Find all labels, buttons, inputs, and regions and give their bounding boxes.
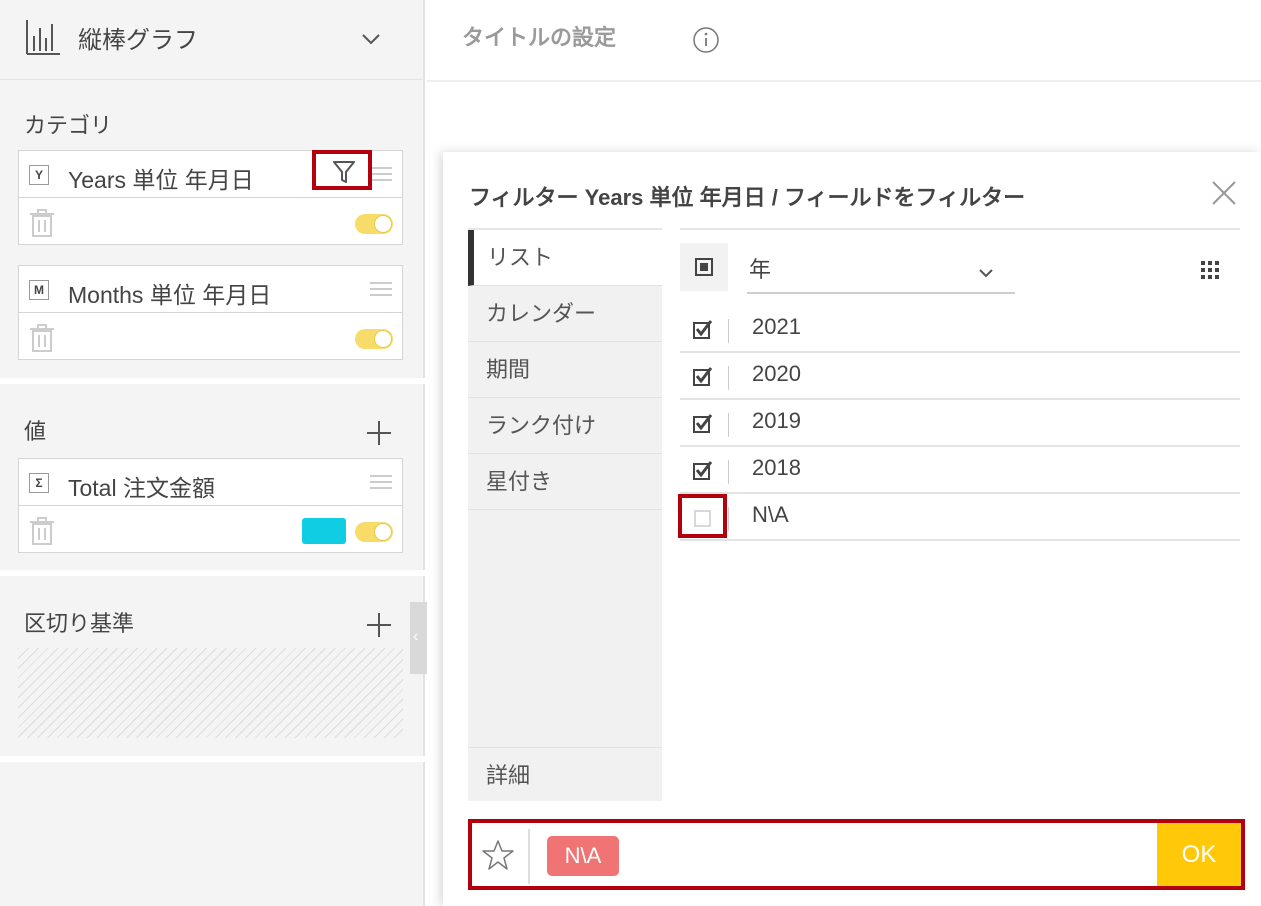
item-separator xyxy=(728,460,729,484)
left-panel: 縦棒グラフ カテゴリ Y Years 単位 年月日 M Months 単位 年月… xyxy=(0,0,425,906)
bar-separator xyxy=(528,829,530,884)
tab-period[interactable]: 期間 xyxy=(468,342,662,398)
visibility-toggle[interactable] xyxy=(355,214,393,234)
item-label: 2020 xyxy=(752,361,801,386)
grid-menu-icon[interactable] xyxy=(1200,260,1220,280)
item-separator xyxy=(728,366,729,390)
category-section-title: カテゴリ xyxy=(24,113,113,138)
tab-list[interactable]: リスト xyxy=(468,230,662,286)
bar-chart-icon xyxy=(26,20,60,55)
chevron-down-icon[interactable] xyxy=(360,28,382,50)
tab-detail[interactable]: 詳細 xyxy=(468,747,662,803)
tab-ranking[interactable]: ランク付け xyxy=(468,398,662,454)
select-all-checkbox[interactable] xyxy=(680,243,728,291)
item-label: N\A xyxy=(752,502,789,527)
field-name: Years 単位 年月日 xyxy=(68,167,254,193)
field-type-badge: Σ xyxy=(29,473,49,493)
values-section-title: 値 xyxy=(24,419,47,444)
field-header: Σ Total 注文金額 xyxy=(19,459,402,506)
date-level-value: 年 xyxy=(749,257,772,282)
field-name: Total 注文金額 xyxy=(68,475,215,501)
list-item[interactable]: N\A xyxy=(680,494,1240,541)
field-type-badge: Y xyxy=(29,165,49,185)
na-checkbox-highlight xyxy=(678,494,727,538)
item-label: 2021 xyxy=(752,314,801,339)
excluded-value-chip[interactable]: N\A xyxy=(547,836,619,876)
item-separator xyxy=(728,319,729,343)
date-level-dropdown[interactable]: 年 xyxy=(747,248,1015,294)
chevron-down-icon xyxy=(979,269,993,278)
item-label: 2018 xyxy=(752,455,801,480)
filter-summary-bar: N\A OK xyxy=(468,819,1245,890)
list-item[interactable]: 2019 xyxy=(680,400,1240,447)
checkbox-checked-icon[interactable] xyxy=(693,366,713,386)
header-divider xyxy=(427,80,1261,82)
drag-handle-icon[interactable] xyxy=(370,281,392,297)
field-name: Months 単位 年月日 xyxy=(68,282,272,308)
checkbox-checked-icon[interactable] xyxy=(693,460,713,480)
item-label: 2019 xyxy=(752,408,801,433)
checkbox-checked-icon[interactable] xyxy=(693,319,713,339)
split-by-section-title: 区切り基準 xyxy=(24,611,135,636)
field-header: M Months 単位 年月日 xyxy=(19,266,402,313)
visibility-toggle[interactable] xyxy=(355,329,393,349)
tab-starred[interactable]: 星付き xyxy=(468,454,662,510)
drag-handle-icon[interactable] xyxy=(370,474,392,490)
drag-handle-icon[interactable] xyxy=(370,166,392,182)
item-separator xyxy=(728,413,729,437)
drop-zone[interactable] xyxy=(18,648,403,738)
section-divider xyxy=(0,570,425,576)
field-months[interactable]: M Months 単位 年月日 xyxy=(18,265,403,360)
title-setting-link[interactable]: タイトルの設定 xyxy=(462,20,616,52)
filter-button[interactable] xyxy=(312,150,372,190)
item-separator xyxy=(728,507,729,531)
star-icon[interactable] xyxy=(482,839,514,871)
series-color-swatch[interactable] xyxy=(302,518,346,544)
field-type-badge: M xyxy=(29,280,49,300)
chevron-left-icon: ‹ xyxy=(413,628,419,645)
visibility-toggle[interactable] xyxy=(355,522,393,542)
chart-type-label: 縦棒グラフ xyxy=(78,27,198,54)
trash-icon[interactable] xyxy=(29,516,55,546)
list-item[interactable]: 2020 xyxy=(680,353,1240,400)
checkbox-checked-icon[interactable] xyxy=(693,413,713,433)
add-split-plus-icon[interactable] xyxy=(366,612,392,638)
list-item[interactable]: 2021 xyxy=(680,306,1240,353)
close-icon[interactable] xyxy=(1211,180,1237,206)
list-item[interactable]: 2018 xyxy=(680,447,1240,494)
section-divider xyxy=(0,756,425,762)
section-divider xyxy=(0,378,425,384)
filter-tabs: リスト カレンダー 期間 ランク付け 星付き 詳細 xyxy=(468,228,662,801)
filter-icon xyxy=(333,161,355,183)
list-divider xyxy=(680,228,1240,230)
field-total[interactable]: Σ Total 注文金額 xyxy=(18,458,403,553)
filter-dialog: フィルター Years 単位 年月日 / フィールドをフィルター リスト カレン… xyxy=(443,152,1261,906)
ok-button[interactable]: OK xyxy=(1157,823,1241,886)
trash-icon[interactable] xyxy=(29,208,55,238)
tab-calendar[interactable]: カレンダー xyxy=(468,286,662,342)
partial-check-icon xyxy=(695,258,713,276)
collapse-panel-button[interactable]: ‹ xyxy=(410,602,427,674)
trash-icon[interactable] xyxy=(29,323,55,353)
add-value-plus-icon[interactable] xyxy=(366,420,392,446)
info-icon[interactable] xyxy=(692,26,720,54)
dialog-title: フィルター Years 単位 年月日 / フィールドをフィルター xyxy=(469,185,1026,210)
chart-type-selector[interactable]: 縦棒グラフ xyxy=(0,0,425,80)
